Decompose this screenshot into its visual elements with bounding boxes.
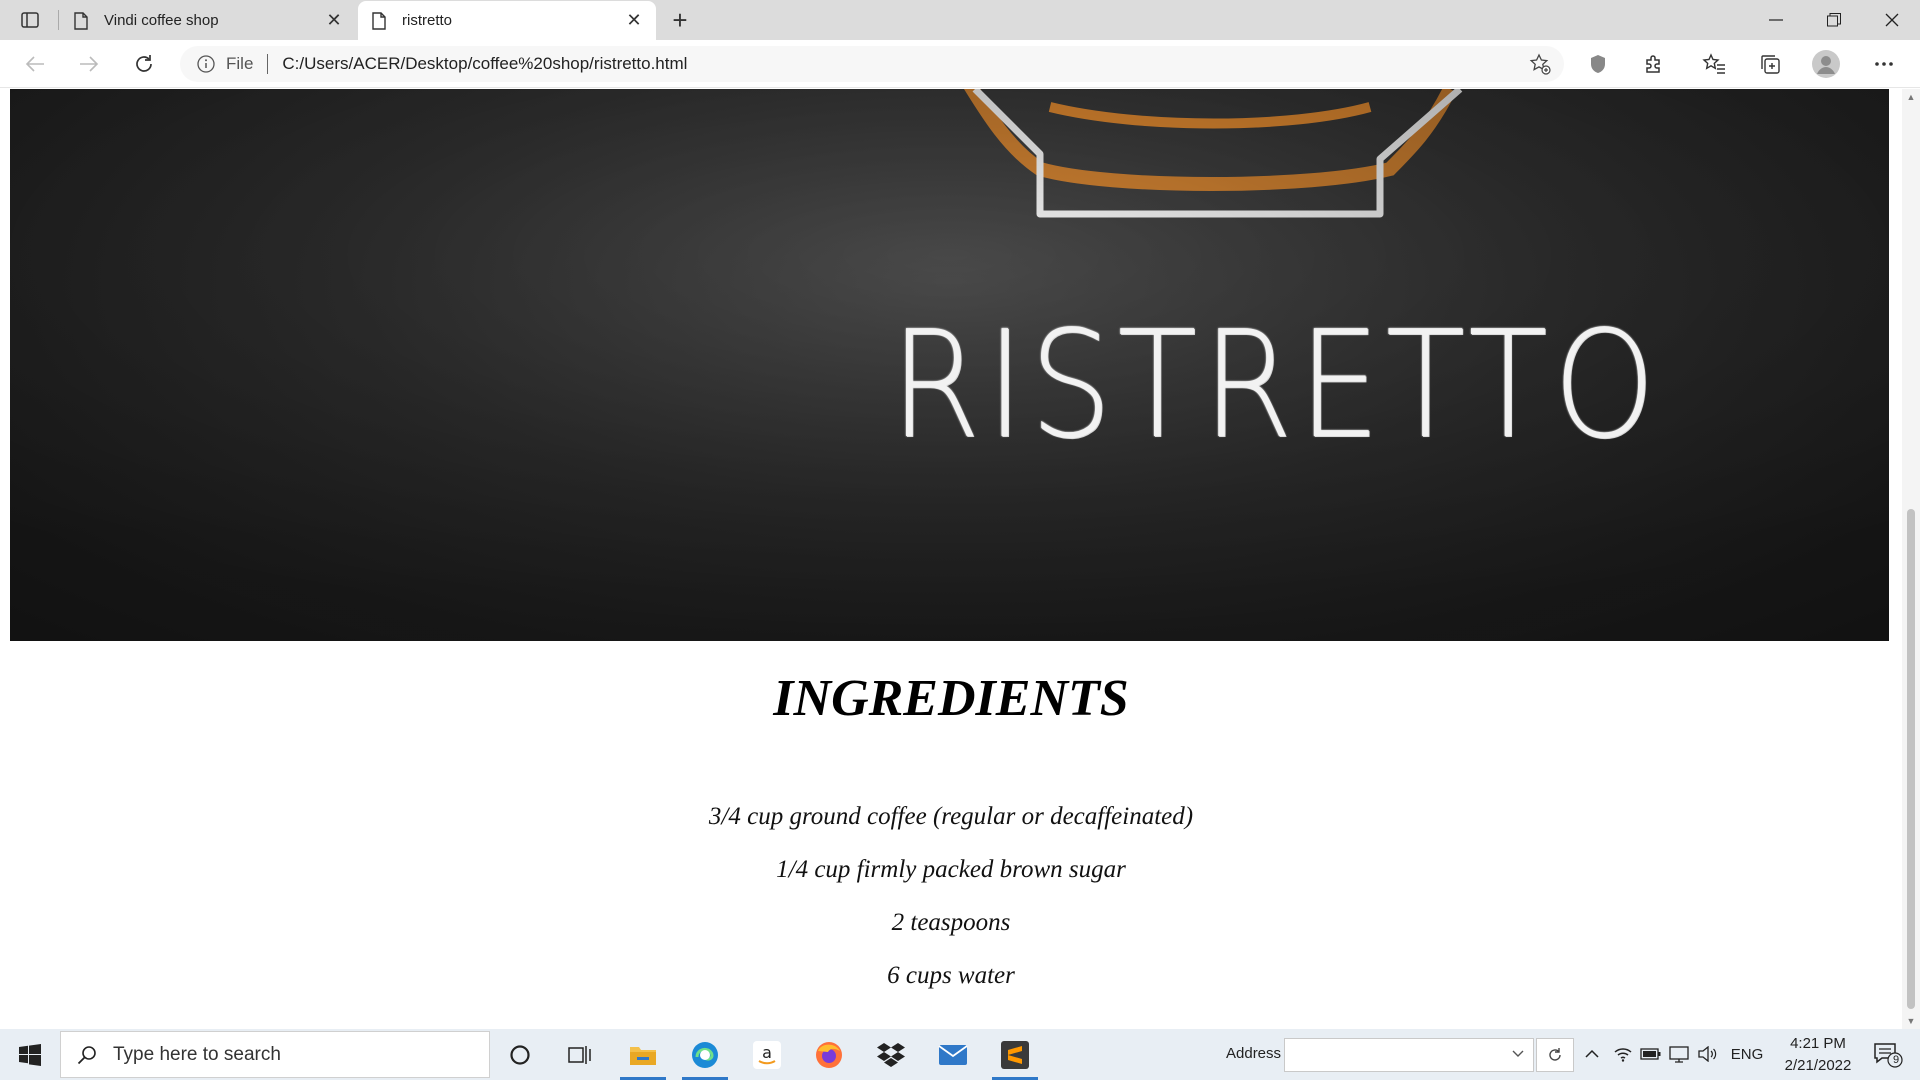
scroll-down-arrow-icon[interactable]: ▼	[1902, 1013, 1920, 1029]
hero-title: RISTRETTO	[890, 299, 1661, 471]
new-tab-button[interactable]: +	[664, 5, 696, 35]
address-refresh-icon[interactable]	[1536, 1038, 1574, 1072]
browser-toolbar: File C:/Users/ACER/Desktop/coffee%20shop…	[0, 40, 1920, 114]
info-icon[interactable]	[196, 54, 216, 74]
extensions-icon[interactable]	[1636, 48, 1672, 80]
edge-browser-icon[interactable]	[676, 1029, 734, 1080]
system-clock[interactable]: 4:21 PM 2/21/2022	[1768, 1033, 1868, 1077]
network-icon[interactable]	[1666, 1041, 1692, 1067]
close-window-button[interactable]	[1864, 0, 1920, 40]
scroll-up-arrow-icon[interactable]: ▲	[1902, 89, 1920, 105]
windows-start-icon[interactable]	[0, 1029, 60, 1080]
chevron-up-icon[interactable]	[1580, 1041, 1604, 1067]
forward-arrow-icon[interactable]	[72, 48, 106, 80]
ingredient-item: 6 cups water	[887, 962, 1015, 989]
dropbox-icon[interactable]	[862, 1029, 920, 1080]
firefox-icon[interactable]	[800, 1029, 858, 1080]
ingredients-heading: INGREDIENTS	[773, 670, 1129, 727]
address-toolbar-label: Address	[1226, 1045, 1282, 1062]
cortana-icon[interactable]	[491, 1029, 549, 1080]
sublime-text-icon[interactable]	[986, 1029, 1044, 1080]
tab-title: ristretto	[402, 12, 453, 29]
ingredient-item: 3/4 cup ground coffee (regular or decaff…	[708, 803, 1194, 830]
language-indicator[interactable]: ENG	[1726, 1041, 1768, 1067]
profile-avatar[interactable]	[1808, 48, 1844, 80]
address-divider	[267, 54, 269, 74]
more-options-icon[interactable]	[1866, 48, 1902, 80]
tab-vindi-coffee-shop[interactable]: Vindi coffee shop ✕	[60, 1, 356, 40]
close-tab-icon[interactable]: ✕	[624, 10, 644, 31]
tracking-prevention-icon[interactable]	[1580, 48, 1616, 80]
address-bar[interactable]: File C:/Users/ACER/Desktop/coffee%20shop…	[180, 46, 1564, 82]
volume-icon[interactable]	[1694, 1041, 1720, 1067]
url-scheme-label: File	[226, 54, 254, 73]
clock-time: 4:21 PM	[1790, 1035, 1846, 1052]
wifi-icon[interactable]	[1610, 1041, 1636, 1067]
search-placeholder: Type here to search	[113, 1043, 281, 1065]
notification-count: 9	[1893, 1054, 1900, 1066]
task-view-icon[interactable]	[551, 1029, 609, 1080]
ingredient-item: 2 teaspoons	[891, 909, 1011, 936]
tab-separator	[58, 10, 59, 30]
amazon-icon[interactable]: a	[738, 1029, 796, 1080]
mail-icon[interactable]	[924, 1029, 982, 1080]
svg-text:a: a	[762, 1043, 772, 1062]
add-favorite-icon[interactable]	[1524, 48, 1556, 80]
restore-button[interactable]	[1806, 0, 1862, 40]
page-scrollbar[interactable]: ▲ ▼	[1902, 89, 1920, 1029]
collections-icon[interactable]	[1752, 48, 1788, 80]
battery-icon[interactable]	[1638, 1041, 1664, 1067]
tab-ristretto[interactable]: ristretto ✕	[358, 1, 656, 40]
favorites-icon[interactable]	[1696, 48, 1732, 80]
address-toolbar-input[interactable]	[1284, 1038, 1534, 1072]
tab-actions-icon[interactable]	[12, 6, 48, 34]
tab-title: Vindi coffee shop	[104, 12, 219, 29]
close-tab-icon[interactable]: ✕	[324, 10, 344, 31]
page-icon	[370, 11, 388, 30]
ristretto-hero-image: RISTRETTO	[10, 89, 1889, 641]
windows-taskbar: Type here to search a Address ENG 4:21 P…	[0, 1029, 1920, 1080]
taskbar-search-box[interactable]: Type here to search	[60, 1031, 490, 1078]
file-explorer-icon[interactable]	[614, 1029, 672, 1080]
search-icon	[75, 1043, 99, 1067]
minimize-button[interactable]	[1748, 0, 1804, 40]
page-viewport: RISTRETTO INGREDIENTS 3/4 cup ground cof…	[0, 89, 1902, 1029]
back-arrow-icon[interactable]	[18, 48, 52, 80]
refresh-icon[interactable]	[127, 48, 161, 80]
chevron-down-icon[interactable]	[1511, 1047, 1525, 1061]
tab-strip: Vindi coffee shop ✕ ristretto ✕ +	[0, 0, 1920, 40]
clock-date: 2/21/2022	[1784, 1057, 1852, 1074]
notification-center-icon[interactable]: 9	[1866, 1039, 1910, 1071]
ingredients-list: 3/4 cup ground coffee (regular or decaff…	[0, 790, 1902, 1002]
ingredients-section: INGREDIENTS 3/4 cup ground coffee (regul…	[0, 641, 1902, 1002]
url-text[interactable]: C:/Users/ACER/Desktop/coffee%20shop/rist…	[282, 54, 1524, 74]
scrollbar-thumb[interactable]	[1907, 509, 1915, 1009]
page-icon	[72, 11, 90, 30]
ingredient-item: 1/4 cup firmly packed brown sugar	[776, 856, 1126, 883]
